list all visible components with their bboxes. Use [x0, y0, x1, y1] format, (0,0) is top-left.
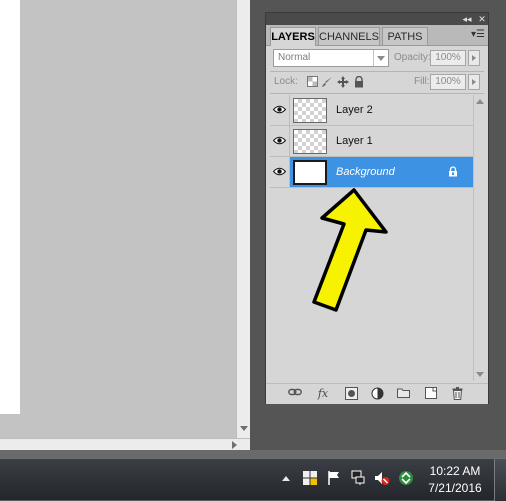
canvas-vertical-scrollbar[interactable]	[236, 0, 251, 438]
blend-mode-value: Normal	[278, 52, 311, 63]
windows-taskbar: 10:22 AM 7/21/2016	[0, 458, 506, 501]
system-clock[interactable]: 10:22 AM 7/21/2016	[422, 463, 488, 497]
group-folder-icon[interactable]	[396, 387, 410, 401]
lock-move-icon[interactable]	[337, 76, 349, 88]
document-canvas-area[interactable]	[0, 0, 236, 438]
fill-slider-button[interactable]	[468, 74, 480, 90]
show-desktop-button[interactable]	[494, 459, 506, 501]
panel-tab-bar: LAYERS CHANNELS PATHS ▾☰	[266, 25, 488, 46]
scroll-right-arrow-icon[interactable]	[232, 441, 237, 449]
lock-transparency-icon[interactable]	[306, 76, 318, 88]
volume-muted-icon[interactable]	[374, 470, 390, 486]
layer-name: Layer 1	[336, 135, 373, 147]
recycle-icon[interactable]	[398, 470, 414, 486]
visibility-eye-icon[interactable]	[270, 126, 290, 156]
clock-time: 10:22 AM	[429, 464, 481, 478]
opacity-slider-button[interactable]	[468, 50, 480, 66]
status-strip	[0, 450, 506, 458]
close-panel-icon[interactable]: ✕	[477, 14, 487, 24]
action-center-flag-icon[interactable]	[326, 470, 342, 486]
layers-scrollbar[interactable]	[473, 95, 486, 381]
scroll-up-arrow-icon[interactable]	[476, 99, 484, 104]
new-layer-icon[interactable]	[424, 387, 438, 401]
lock-all-icon[interactable]	[353, 75, 365, 88]
scroll-down-arrow-icon[interactable]	[240, 426, 248, 431]
tab-channels[interactable]: CHANNELS	[318, 27, 380, 45]
yellow-pointer-arrow	[312, 188, 388, 312]
fill-field[interactable]: 100%	[430, 74, 466, 90]
collapse-panel-icon[interactable]: ◂◂	[462, 14, 472, 24]
layer-thumbnail	[293, 129, 327, 154]
layer-row-layer-1[interactable]: Layer 1	[270, 126, 473, 157]
layer-thumbnail	[293, 98, 327, 123]
lock-brush-icon[interactable]	[321, 76, 333, 88]
blend-mode-select[interactable]: Normal	[273, 49, 389, 67]
tab-paths[interactable]: PATHS	[382, 27, 428, 45]
layer-name: Layer 2	[336, 104, 373, 116]
layer-lock-icon	[448, 166, 458, 177]
layers-bottom-toolbar: fx	[266, 383, 488, 404]
layer-mask-icon[interactable]	[344, 387, 358, 401]
link-layers-icon[interactable]	[288, 387, 302, 401]
divider	[270, 71, 484, 72]
visibility-eye-icon[interactable]	[270, 157, 290, 187]
lock-row: Lock: Fill: 100%	[270, 73, 486, 93]
fx-icon[interactable]: fx	[316, 387, 330, 401]
adjustment-layer-icon[interactable]	[370, 387, 384, 401]
windows-flag-icon[interactable]	[302, 470, 318, 486]
scroll-down-arrow-icon[interactable]	[476, 372, 484, 377]
opacity-field[interactable]: 100%	[430, 50, 466, 66]
document-page	[0, 0, 20, 414]
panel-title-bar[interactable]: ◂◂ ✕	[266, 13, 488, 25]
clock-date: 7/21/2016	[428, 481, 482, 495]
network-icon[interactable]	[350, 470, 366, 486]
layer-row-layer-2[interactable]: Layer 2	[270, 95, 473, 126]
show-hidden-icons-icon[interactable]	[282, 476, 290, 481]
tab-layers[interactable]: LAYERS	[270, 27, 316, 46]
lock-label: Lock:	[274, 76, 298, 87]
panel-menu-icon[interactable]: ▾☰	[471, 29, 485, 41]
blend-row: Normal Opacity: 100%	[270, 49, 486, 69]
opacity-label: Opacity:	[394, 52, 431, 63]
trash-icon[interactable]	[450, 387, 464, 401]
divider	[270, 93, 484, 94]
chevron-down-icon[interactable]	[373, 50, 388, 66]
visibility-eye-icon[interactable]	[270, 95, 290, 125]
fill-label: Fill:	[414, 76, 430, 87]
